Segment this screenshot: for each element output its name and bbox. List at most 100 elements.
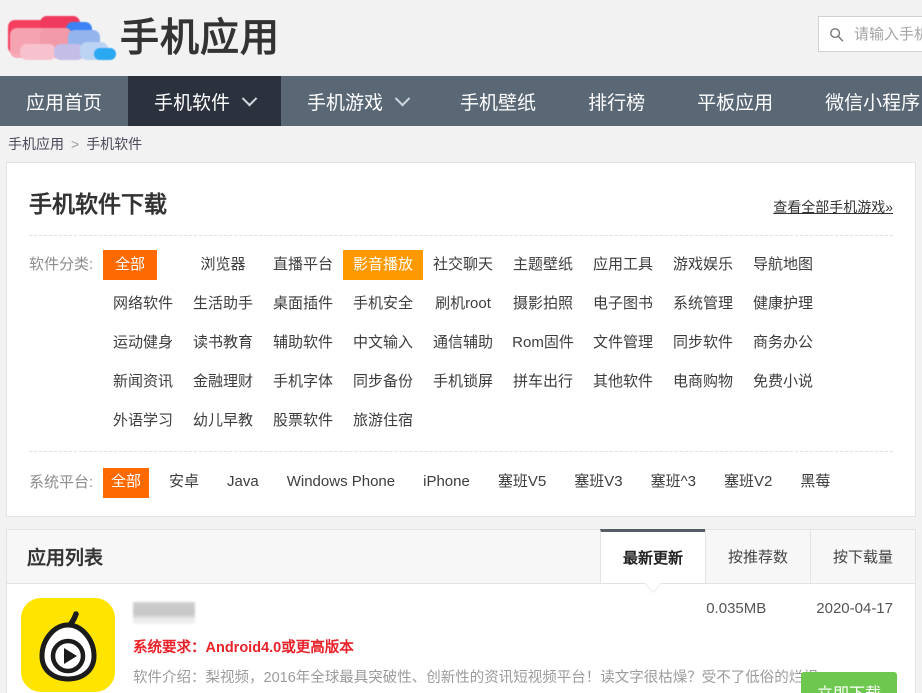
platform-tag-7[interactable]: 塞班^3 [643,468,704,498]
platform-tag-0[interactable]: 全部 [103,468,149,498]
breadcrumb-item-1[interactable]: 手机软件 [86,134,142,154]
category-tag-29[interactable]: 手机字体 [263,367,343,397]
category-tag-4[interactable]: 社交聊天 [423,250,503,280]
app-system-requirement: 系统要求：Android4.0或更高版本 [133,636,897,657]
category-tag-28[interactable]: 金融理财 [183,367,263,397]
chevron-down-icon [242,90,258,106]
nav-item-4[interactable]: 排行榜 [562,76,671,126]
category-tag-8[interactable]: 导航地图 [743,250,823,280]
category-tag-27[interactable]: 新闻资讯 [103,367,183,397]
app-list-panel: 应用列表 最新更新 按推荐数 按下载量 0.035MB2020-04-17 系统要求：… [6,529,916,693]
category-tag-20[interactable]: 辅助软件 [263,328,343,358]
category-tag-15[interactable]: 电子图书 [583,289,663,319]
category-tag-6[interactable]: 应用工具 [583,250,663,280]
app-size: 0.035MB [706,600,766,617]
sort-tabs: 最新更新 按推荐数 按下载量 [600,530,915,583]
category-tag-36[interactable]: 外语学习 [103,406,183,436]
category-tag-2[interactable]: 直播平台 [263,250,343,280]
category-tag-34[interactable]: 电商购物 [663,367,743,397]
category-tag-17[interactable]: 健康护理 [743,289,823,319]
category-tag-16[interactable]: 系统管理 [663,289,743,319]
pear-video-icon [21,598,115,692]
app-list-item[interactable]: 0.035MB2020-04-17系统要求：Android4.0或更高版本软件介… [7,584,915,693]
category-tag-25[interactable]: 同步软件 [663,328,743,358]
sort-tab-label: 按下载量 [833,546,893,567]
category-tag-10[interactable]: 生活助手 [183,289,263,319]
filter-panel: 手机软件下载 查看全部手机游戏» 软件分类: 全部浏览器直播平台影音播放社交聊天… [6,162,916,517]
download-button[interactable]: 立即下载 [801,672,897,693]
platform-tag-4[interactable]: iPhone [415,468,478,498]
search-icon [829,27,844,42]
breadcrumb-item-0[interactable]: 手机应用 [8,134,64,154]
category-tag-22[interactable]: 通信辅助 [423,328,503,358]
nav-item-label: 手机壁纸 [460,88,536,115]
nav-item-label: 应用首页 [26,88,102,115]
category-tag-3[interactable]: 影音播放 [343,250,423,280]
category-tag-11[interactable]: 桌面插件 [263,289,343,319]
page-title: 手机软件下载 [29,185,167,219]
app-list-title: 应用列表 [7,530,103,583]
app-name-redacted[interactable] [133,602,195,624]
category-tag-14[interactable]: 摄影拍照 [503,289,583,319]
category-tag-23[interactable]: Rom固件 [503,328,583,358]
sort-tab-2[interactable]: 按下载量 [810,530,915,583]
nav-item-6[interactable]: 微信小程序 [799,76,922,126]
category-tag-38[interactable]: 股票软件 [263,406,343,436]
category-tag-19[interactable]: 读书教育 [183,328,263,358]
category-tag-0[interactable]: 全部 [103,250,157,280]
site-title: 手机应用 [120,19,280,58]
category-tag-12[interactable]: 手机安全 [343,289,423,319]
filter-header: 手机软件下载 查看全部手机游戏» [29,163,893,236]
nav-item-1[interactable]: 手机软件 [128,76,281,126]
platform-tag-2[interactable]: Java [219,468,267,498]
sort-tab-1[interactable]: 按推荐数 [705,530,810,583]
app-meta: 0.035MB2020-04-17 [706,600,897,617]
category-filter-row: 软件分类: 全部浏览器直播平台影音播放社交聊天主题壁纸应用工具游戏娱乐导航地图网… [29,236,893,451]
nav-item-label: 微信小程序 [825,88,920,115]
search-box[interactable] [818,16,922,52]
sort-tab-label: 最新更新 [623,547,683,568]
page-root: 手机应用 应用首页手机软件手机游戏手机壁纸排行榜平板应用微信小程序 手机应用>手… [0,0,922,693]
platform-tag-1[interactable]: 安卓 [161,468,207,498]
app-info: 0.035MB2020-04-17系统要求：Android4.0或更高版本软件介… [133,598,897,693]
app-title-row: 0.035MB2020-04-17 [133,600,897,624]
category-tag-1[interactable]: 浏览器 [183,250,263,280]
category-tag-13[interactable]: 刷机root [423,289,503,319]
category-filter-label: 软件分类: [29,250,103,445]
category-tag-5[interactable]: 主题壁纸 [503,250,583,280]
pixelated-brand-logo-icon [6,14,114,62]
platform-filter-label: 系统平台: [29,468,103,498]
platform-tag-6[interactable]: 塞班V3 [566,468,630,498]
nav-item-0[interactable]: 应用首页 [0,76,128,126]
platform-tag-list: 全部安卓 Java Windows Phone iPhone 塞班V5 塞班V3 塞班^3 塞… [103,468,850,498]
nav-item-2[interactable]: 手机游戏 [281,76,434,126]
category-tag-31[interactable]: 手机锁屏 [423,367,503,397]
platform-tag-3[interactable]: Windows Phone [279,468,403,498]
nav-item-label: 手机游戏 [307,88,383,115]
nav-item-5[interactable]: 平板应用 [671,76,799,126]
platform-tag-5[interactable]: 塞班V5 [490,468,554,498]
category-tag-37[interactable]: 幼儿早教 [183,406,263,436]
category-tag-32[interactable]: 拼车出行 [503,367,583,397]
category-tag-24[interactable]: 文件管理 [583,328,663,358]
nav-item-3[interactable]: 手机壁纸 [434,76,562,126]
category-tag-21[interactable]: 中文输入 [343,328,423,358]
category-tag-39[interactable]: 旅游住宿 [343,406,423,436]
category-tag-33[interactable]: 其他软件 [583,367,663,397]
logo-area[interactable]: 手机应用 [0,14,280,62]
breadcrumb: 手机应用 > 手机软件 [0,126,922,162]
category-tag-9[interactable]: 网络软件 [103,289,183,319]
category-tag-30[interactable]: 同步备份 [343,367,423,397]
platform-tag-8[interactable]: 塞班V2 [716,468,780,498]
main-nav: 应用首页手机软件手机游戏 手机壁纸排行榜平板应用微信小程序 [0,76,922,126]
platform-tag-9[interactable]: 黑莓 [792,468,838,498]
category-tag-18[interactable]: 运动健身 [103,328,183,358]
category-tag-7[interactable]: 游戏娱乐 [663,250,743,280]
category-tag-35[interactable]: 免费小说 [743,367,823,397]
platform-filter-row: 系统平台: 全部安卓 Java Windows Phone iPhone 塞班V5 塞班V… [29,451,893,516]
breadcrumb-separator: > [71,136,79,152]
category-tag-26[interactable]: 商务办公 [743,328,823,358]
view-all-link[interactable]: 查看全部手机游戏» [773,197,893,217]
sort-tab-0[interactable]: 最新更新 [600,529,705,583]
search-input[interactable] [852,25,922,44]
